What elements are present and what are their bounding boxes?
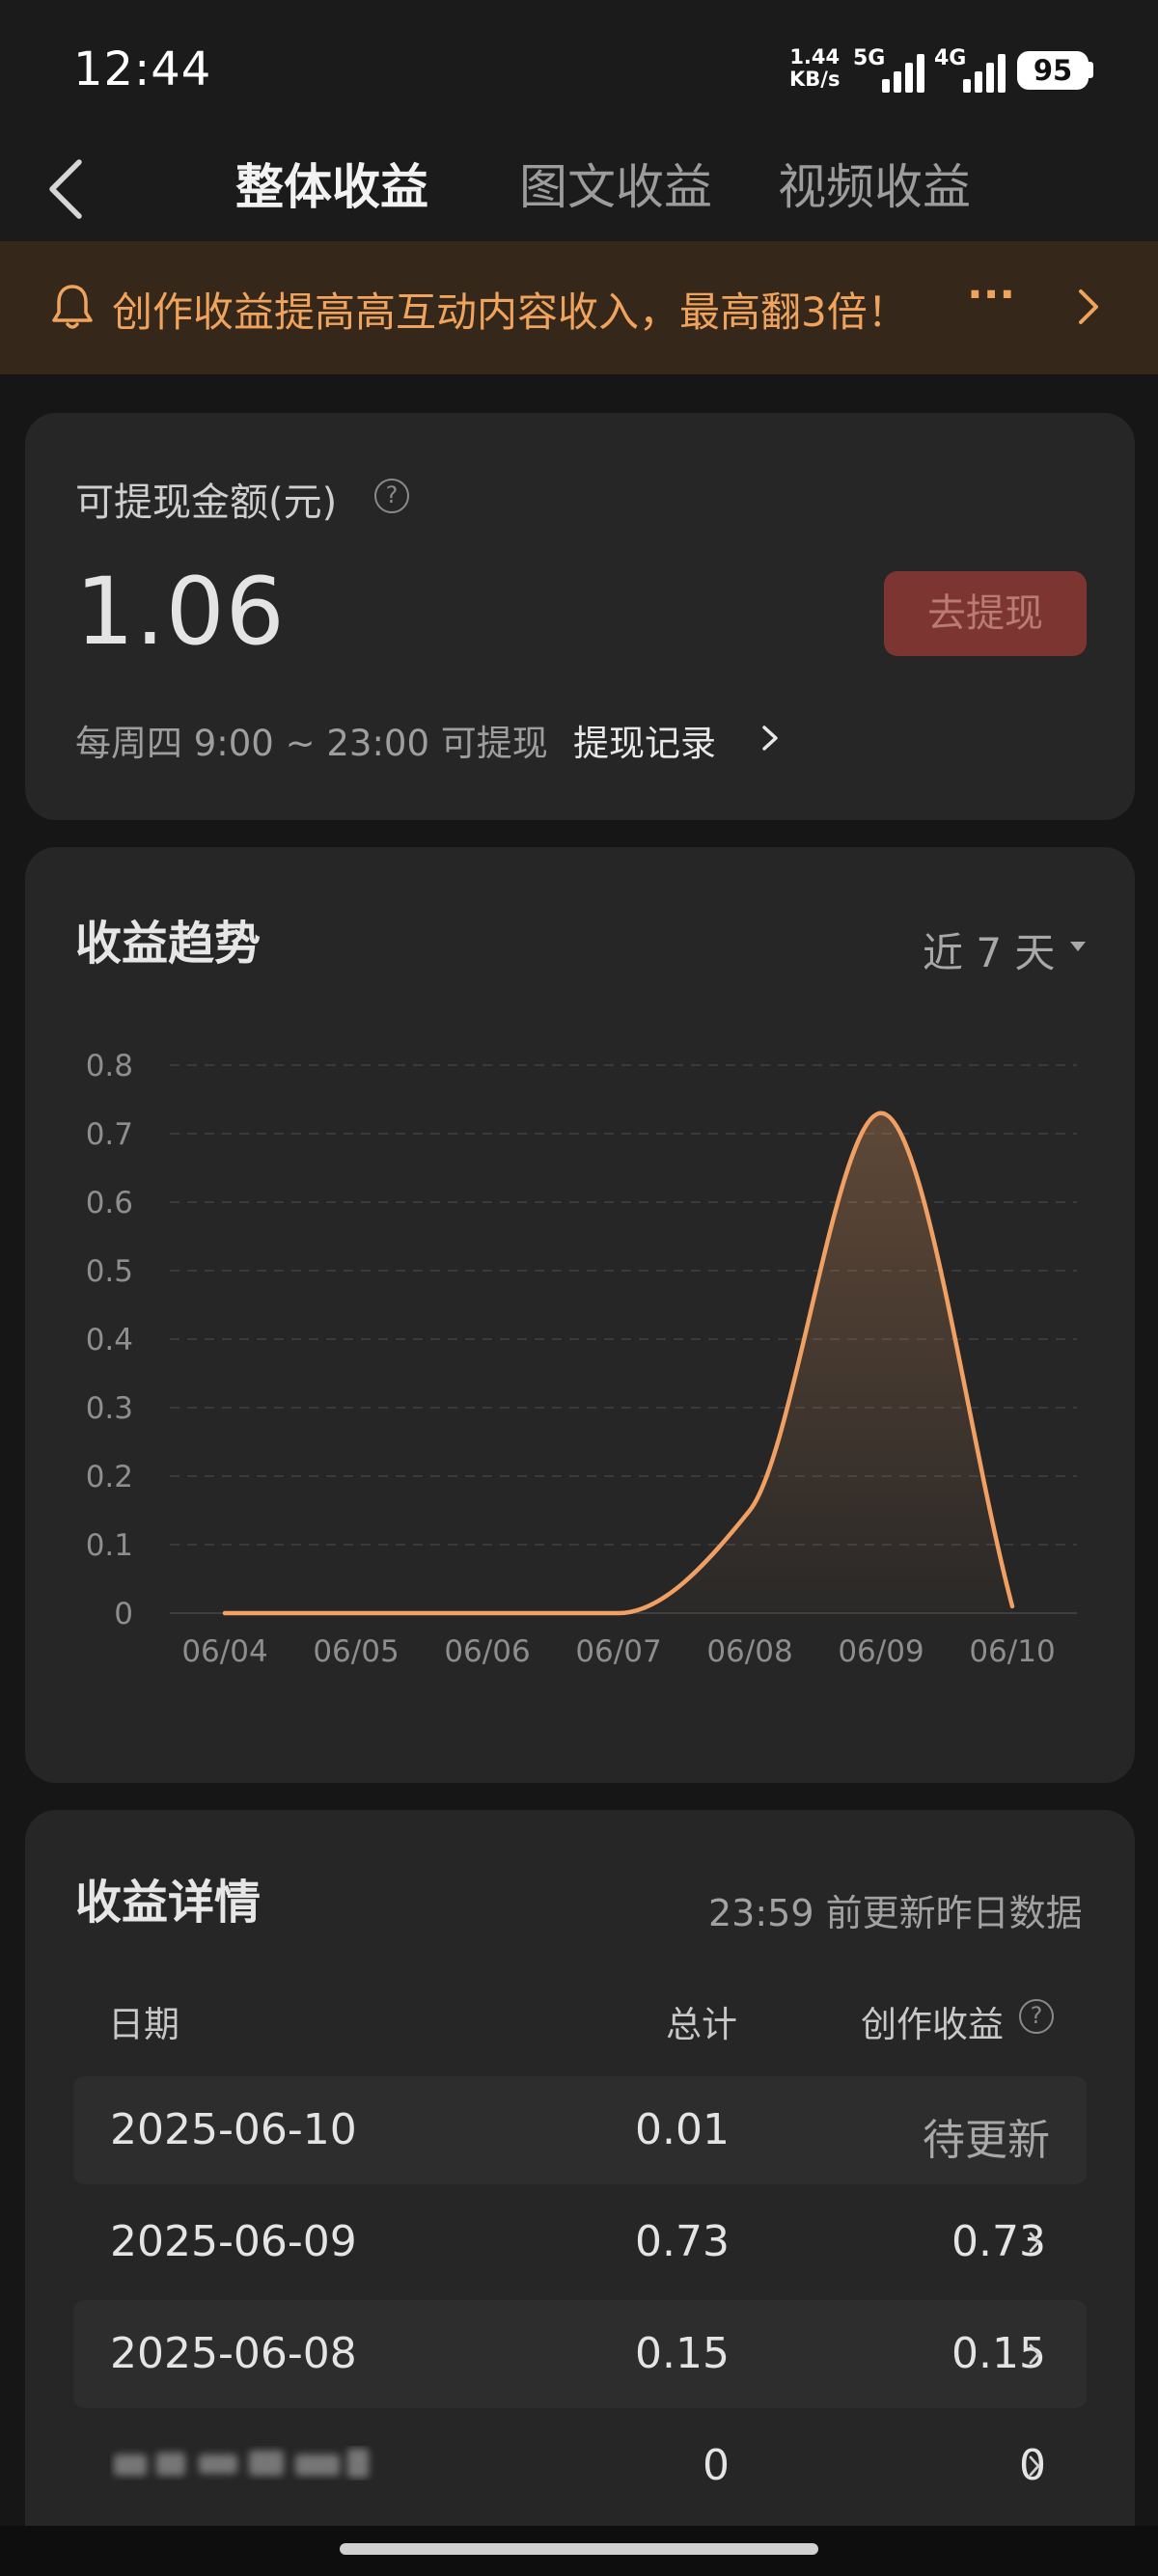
signal-5g-icon: 5G — [853, 46, 930, 93]
chevron-right-icon[interactable] — [1027, 2341, 1042, 2368]
earnings-detail-card: 收益详情 23:59 前更新昨日数据 日期 总计 创作收益 ? 2025-06-… — [25, 1810, 1135, 2576]
help-icon[interactable]: ? — [1019, 1999, 1054, 2034]
chevron-right-icon[interactable] — [758, 720, 782, 756]
y-tick-label: 0.2 — [86, 1460, 133, 1494]
x-tick-label: 06/09 — [838, 1634, 924, 1669]
y-tick-label: 0.5 — [86, 1254, 133, 1289]
withdrawable-amount-label: 可提现金额(元) — [75, 480, 338, 525]
detail-title: 收益详情 — [75, 1876, 262, 1930]
y-tick-label: 0.4 — [86, 1323, 133, 1357]
table-row[interactable]: 2025-06-08 0.15 0.15 — [73, 2300, 1087, 2408]
battery-icon: 95 — [1017, 51, 1089, 90]
withdrawable-amount: 1.06 — [75, 558, 286, 666]
home-indicator[interactable] — [340, 2543, 818, 2555]
banner-text: 创作收益提高高互动内容收入，最高翻3倍！ — [112, 288, 908, 336]
back-arrow-icon[interactable] — [42, 152, 100, 226]
y-tick-label: 0 — [114, 1597, 133, 1631]
bell-icon — [52, 285, 93, 329]
blurred-date — [114, 2449, 369, 2478]
row-date: 2025-06-10 — [110, 2105, 357, 2154]
y-tick-label: 0.1 — [86, 1528, 133, 1563]
chevron-right-icon[interactable] — [1069, 284, 1108, 330]
network-speed-value: 1.44 — [789, 45, 841, 69]
status-bar: 12:44 1.44 KB/s 5G 4G 95 — [0, 0, 1158, 135]
promo-banner[interactable]: 创作收益提高高互动内容收入，最高翻3倍！ ··· — [0, 241, 1158, 374]
y-tick-label: 0.7 — [86, 1117, 133, 1152]
row-total: 0.15 — [635, 2329, 730, 2378]
x-tick-label: 06/06 — [444, 1634, 530, 1669]
chevron-right-icon[interactable] — [1027, 2453, 1042, 2480]
battery-tip — [1089, 62, 1093, 78]
column-header-total: 总计 — [666, 2004, 737, 2045]
row-total: 0 — [703, 2441, 730, 2490]
status-time: 12:44 — [73, 42, 212, 96]
earnings-trend-card: 收益趋势 近 7 天 0.8 0.7 0.6 0.5 0.4 0.3 0.2 0.1 0 06/0… — [25, 847, 1135, 1783]
column-header-creation-earnings: 创作收益 — [861, 2004, 1004, 2045]
table-row: 2025-06-10 0.01 待更新 — [73, 2076, 1087, 2184]
tab-article-earnings[interactable]: 图文收益 — [519, 149, 712, 218]
tab-overall-earnings[interactable]: 整体收益 — [235, 149, 428, 218]
network-speed: 1.44 KB/s — [789, 46, 840, 91]
x-tick-label: 06/10 — [969, 1634, 1055, 1669]
row-date: 2025-06-08 — [110, 2329, 357, 2378]
row-date: 2025-06-09 — [110, 2217, 357, 2266]
tab-video-earnings[interactable]: 视频收益 — [778, 149, 971, 218]
series-area — [225, 1112, 1012, 1613]
column-header-date: 日期 — [108, 2004, 179, 2045]
withdraw-button[interactable]: 去提现 — [884, 571, 1087, 656]
x-tick-label: 06/04 — [181, 1634, 267, 1669]
y-tick-label: 0.3 — [86, 1391, 133, 1426]
signal-bars-icon — [882, 54, 924, 93]
withdraw-card: 可提现金额(元) ? 1.06 去提现 每周四 9:00 ~ 23:00 可提现… — [25, 413, 1135, 820]
top-nav: 整体收益 图文收益 视频收益 — [0, 135, 1158, 241]
network-speed-unit: KB/s — [789, 68, 841, 91]
x-tick-label: 06/07 — [575, 1634, 661, 1669]
x-tick-label: 06/08 — [706, 1634, 792, 1669]
row-total: 0.73 — [635, 2217, 730, 2266]
chevron-right-icon[interactable] — [1027, 2229, 1042, 2256]
y-tick-label: 0.6 — [86, 1186, 133, 1220]
withdraw-records-link[interactable]: 提现记录 — [573, 714, 716, 766]
table-row[interactable]: 0 0 — [73, 2412, 1087, 2520]
x-tick-label: 06/05 — [313, 1634, 399, 1669]
banner-more-dots: ··· — [967, 270, 1016, 319]
withdraw-schedule: 每周四 9:00 ~ 23:00 可提现 — [75, 723, 548, 764]
signal-bars-icon — [963, 54, 1006, 93]
update-note: 23:59 前更新昨日数据 — [708, 1892, 1083, 1934]
signal-4g-icon: 4G — [934, 46, 1011, 93]
row-creation-earnings: 待更新 — [923, 2116, 1050, 2165]
y-tick-label: 0.8 — [86, 1049, 133, 1083]
earnings-trend-chart: 0.8 0.7 0.6 0.5 0.4 0.3 0.2 0.1 0 06/04 06/05 06/06… — [86, 1049, 1077, 1669]
help-icon[interactable]: ? — [374, 479, 409, 513]
row-total: 0.01 — [635, 2105, 730, 2154]
table-row[interactable]: 2025-06-09 0.73 0.73 — [73, 2188, 1087, 2296]
